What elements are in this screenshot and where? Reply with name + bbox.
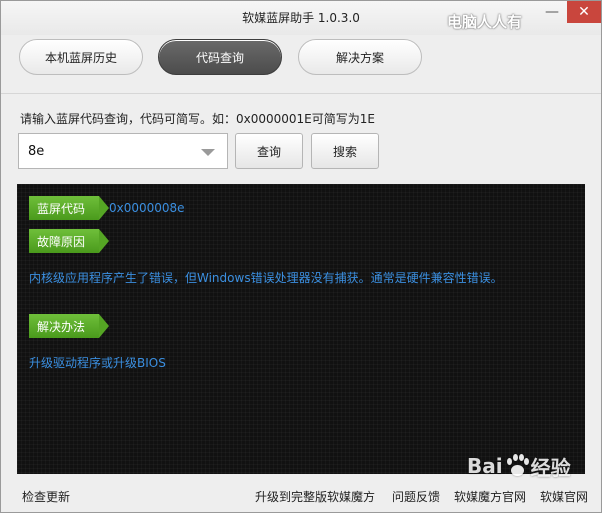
cause-tag: 故障原因 [29,229,109,253]
cause-tag-label: 故障原因 [37,234,86,249]
code-combobox[interactable]: 8e [18,133,228,169]
query-button-label: 查询 [256,144,281,159]
result-panel: 蓝屏代码 0x0000008e 故障原因 内核级应用程序产生了错误，但Windo… [17,184,585,474]
tab-label: 本机蓝屏历史 [44,50,117,65]
baidu-suffix: 经验 [530,455,571,480]
search-button[interactable]: 搜索 [311,133,379,169]
solution-tag: 解决办法 [29,314,109,338]
tab-label: 解决方案 [335,50,384,65]
baidu-brand: Bai [467,454,503,478]
solution-tag-label: 解决办法 [37,319,86,334]
title-bar[interactable]: 软媒蓝屏助手 1.0.3.0 电脑人人有 — ✕ [1,1,601,35]
tab-label: 代码查询 [195,50,244,65]
minimize-button[interactable]: — [537,1,567,23]
code-tag-label: 蓝屏代码 [37,201,86,216]
minimize-icon: — [545,4,559,20]
tab-code-query[interactable]: 代码查询 [158,39,282,75]
baidu-jingyan-watermark: Bai 经验 [467,449,599,483]
mofang-site-link[interactable]: 软媒魔方官网 [454,488,526,505]
check-update-link[interactable]: 检查更新 [22,488,70,505]
tab-local-history[interactable]: 本机蓝屏历史 [19,39,143,75]
header-divider [1,93,601,94]
chevron-down-icon[interactable] [201,149,215,156]
cause-text: 内核级应用程序产生了错误，但Windows错误处理器没有捕获。通常是硬件兼容性错… [29,271,503,285]
app-window: 软媒蓝屏助手 1.0.3.0 电脑人人有 — ✕ 本机蓝屏历史 代码查询 解决方… [0,0,602,513]
ruanmei-site-link[interactable]: 软媒官网 [540,488,588,505]
query-button[interactable]: 查询 [235,133,303,169]
feedback-link[interactable]: 问题反馈 [392,488,440,505]
close-icon: ✕ [578,4,590,20]
watermark-text: 电脑人人有 [447,13,523,31]
search-button-label: 搜索 [332,144,357,159]
query-hint: 请输入蓝屏代码查询，代码可简写。如：0x0000001E可简写为1E [20,112,375,126]
upgrade-link[interactable]: 升级到完整版软媒魔方 [255,488,375,505]
code-input-value[interactable]: 8e [28,144,44,159]
solution-text: 升级驱动程序或升级BIOS [29,356,166,370]
paw-icon [505,454,529,478]
close-button[interactable]: ✕ [567,1,601,23]
code-tag: 蓝屏代码 [29,196,109,220]
code-value: 0x0000008e [109,201,185,215]
tab-solutions[interactable]: 解决方案 [298,39,422,75]
